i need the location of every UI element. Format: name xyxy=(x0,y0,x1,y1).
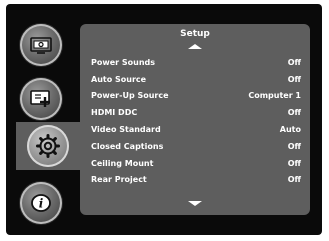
menu-item-value: Off xyxy=(287,108,301,118)
menu-item-label: Auto Source xyxy=(91,74,147,84)
menu-item-value: Off xyxy=(287,158,301,168)
menu-item-value: Auto xyxy=(279,125,301,135)
menu-item-label: Power Sounds xyxy=(91,57,156,67)
menu-item-video-standard[interactable]: Video Standard Auto xyxy=(91,121,301,138)
menu-item-value: Off xyxy=(287,74,301,84)
svg-text:i: i xyxy=(39,197,44,211)
menu-category-nav: i xyxy=(6,4,80,235)
picture-menu-button[interactable] xyxy=(20,24,62,66)
menu-item-value: Off xyxy=(287,57,301,67)
screen-plus-icon xyxy=(29,88,53,110)
info-menu-button[interactable]: i xyxy=(20,182,62,224)
menu-item-power-sounds[interactable]: Power Sounds Off xyxy=(91,54,301,71)
settings-menu-button[interactable] xyxy=(20,78,62,120)
scroll-up-arrow-icon[interactable] xyxy=(188,44,202,49)
menu-item-label: HDMI DDC xyxy=(91,108,138,118)
scroll-down-arrow-icon[interactable] xyxy=(188,201,202,206)
menu-item-label: Ceiling Mount xyxy=(91,158,154,168)
panel-title: Setup xyxy=(180,29,210,39)
menu-item-ceiling-mount[interactable]: Ceiling Mount Off xyxy=(91,155,301,172)
menu-item-auto-source[interactable]: Auto Source Off xyxy=(91,71,301,88)
picture-monitor-icon xyxy=(29,35,53,55)
menu-item-label: Power-Up Source xyxy=(91,91,169,101)
projector-osd: i Setup Power Sounds Off Auto Source Off… xyxy=(6,4,322,235)
menu-item-power-up-source[interactable]: Power-Up Source Computer 1 xyxy=(91,88,301,105)
setup-menu-panel: Setup Power Sounds Off Auto Source Off P… xyxy=(80,24,310,215)
menu-item-label: Rear Project xyxy=(91,175,147,185)
setup-menu-disc xyxy=(27,125,69,167)
menu-item-value: Computer 1 xyxy=(248,91,301,101)
menu-item-hdmi-ddc[interactable]: HDMI DDC Off xyxy=(91,104,301,121)
setup-menu-button[interactable] xyxy=(16,122,80,170)
menu-item-value: Off xyxy=(287,175,301,185)
gear-icon xyxy=(35,133,61,159)
menu-item-closed-captions[interactable]: Closed Captions Off xyxy=(91,138,301,155)
menu-item-rear-project[interactable]: Rear Project Off xyxy=(91,172,301,189)
setup-options-list: Power Sounds Off Auto Source Off Power-U… xyxy=(91,54,301,188)
info-icon: i xyxy=(29,191,53,215)
menu-item-value: Off xyxy=(287,141,301,151)
menu-item-label: Closed Captions xyxy=(91,141,164,151)
menu-item-label: Video Standard xyxy=(91,125,161,135)
